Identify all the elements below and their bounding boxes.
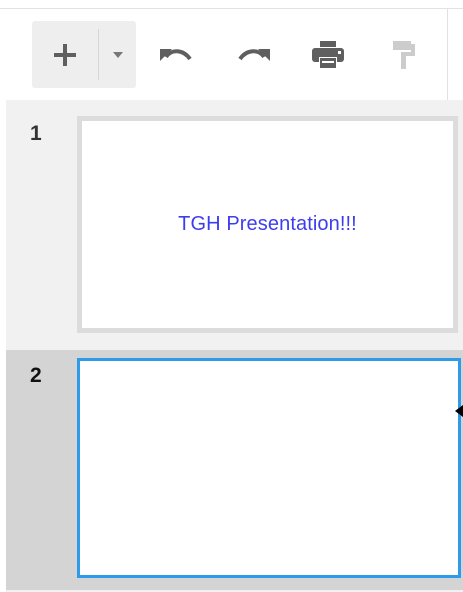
- printer-icon: [312, 40, 344, 69]
- paint-format-icon: [393, 40, 415, 69]
- plus-icon: [54, 43, 76, 66]
- paint-format-button[interactable]: [377, 21, 431, 88]
- filmstrip: 1 TGH Presentation!!! 2: [6, 100, 463, 592]
- print-button[interactable]: [301, 21, 355, 88]
- new-slide-button-group: [32, 21, 136, 88]
- undo-icon: [160, 48, 192, 61]
- toolbar: [0, 9, 447, 99]
- redo-button[interactable]: [226, 21, 280, 88]
- redo-icon: [238, 48, 270, 61]
- new-slide-button[interactable]: [32, 21, 98, 88]
- chevron-down-icon: [112, 51, 123, 58]
- slide-row-2-selected[interactable]: 2: [6, 350, 463, 590]
- slide-row-1[interactable]: 1 TGH Presentation!!!: [6, 100, 463, 350]
- slide-thumbnail-2[interactable]: [77, 358, 461, 578]
- mouse-pointer-icon: [455, 405, 463, 417]
- slide-number: 2: [30, 364, 42, 387]
- slide-title-text: TGH Presentation!!!: [178, 213, 357, 235]
- slide-number: 1: [30, 122, 42, 145]
- slide-thumbnail-1[interactable]: TGH Presentation!!!: [77, 116, 458, 333]
- new-slide-menu-button[interactable]: [99, 21, 136, 88]
- undo-button[interactable]: [150, 21, 204, 88]
- toolbar-divider: [447, 8, 448, 100]
